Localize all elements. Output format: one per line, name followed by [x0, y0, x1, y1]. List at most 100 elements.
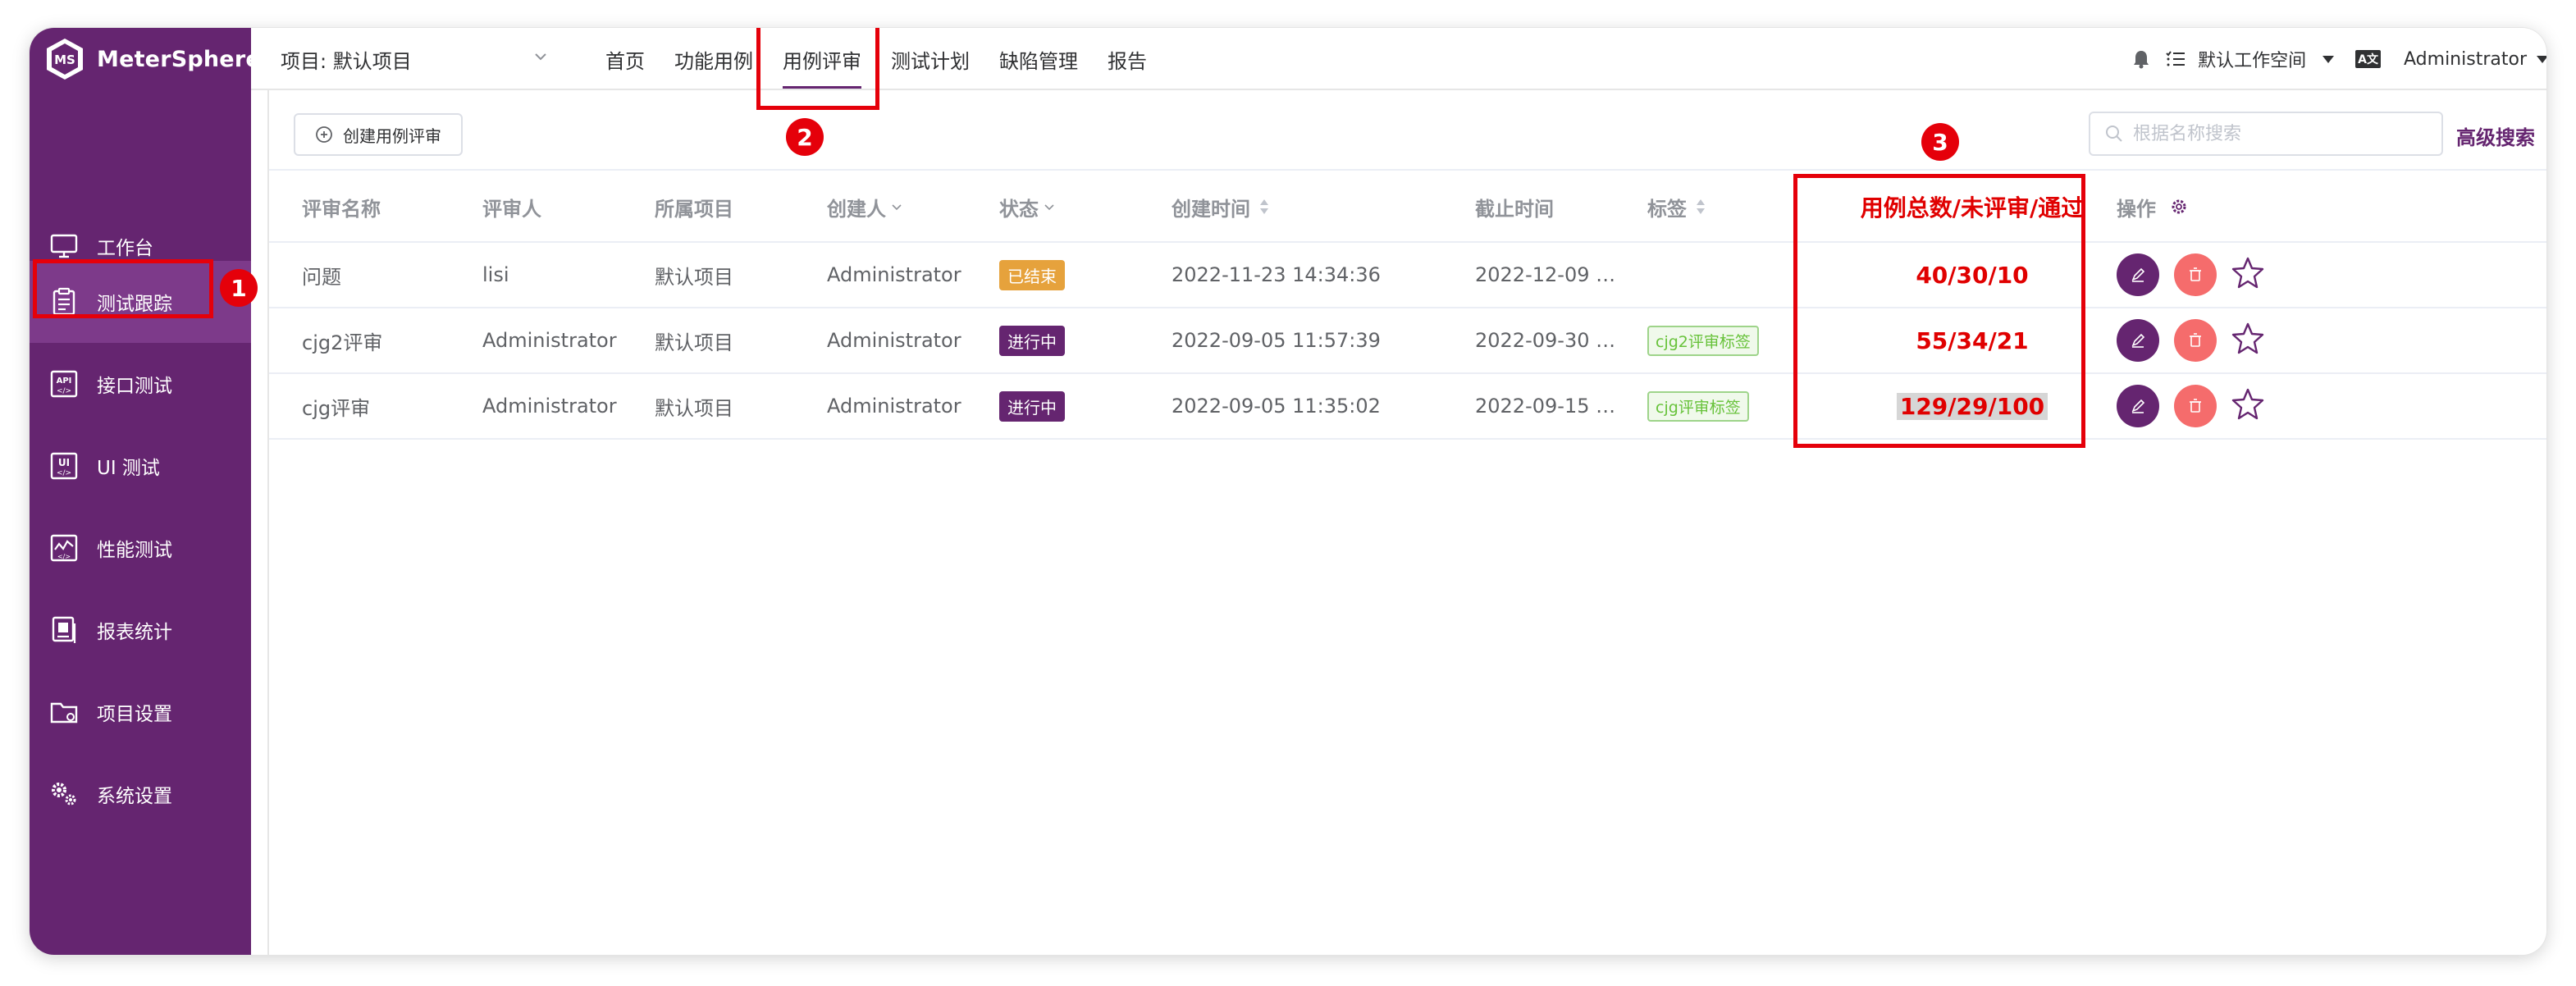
- edit-button[interactable]: [2117, 253, 2159, 296]
- table-header: 评审名称 评审人 所属项目 创建人 状态 创建时间 截止时间 标签 用例总数/未…: [269, 172, 2546, 243]
- cell-reviewer: Administrator: [482, 329, 617, 352]
- cell-deadline: 2022-09-30 …: [1475, 329, 1616, 352]
- header-creator-label: 创建人: [827, 197, 886, 221]
- delete-button[interactable]: [2174, 319, 2217, 362]
- search-input[interactable]: [2133, 123, 2428, 144]
- cell-creator: Administrator: [827, 263, 961, 286]
- sidebar: MS MeterSphere 工作台 测试跟踪 API </> 接口测试 UI …: [30, 28, 261, 955]
- edit-pencil-icon: [2131, 333, 2145, 348]
- edit-button[interactable]: [2117, 319, 2159, 362]
- annotation-number-3: 3: [1921, 123, 1959, 161]
- app-window: MS MeterSphere 工作台 测试跟踪 API </> 接口测试 UI …: [30, 28, 2546, 955]
- gears-icon: [48, 778, 80, 810]
- sidebar-item-label: UI 测试: [97, 458, 160, 479]
- header-tags[interactable]: 标签: [1647, 172, 1706, 241]
- cell-status: 进行中: [999, 308, 1065, 372]
- svg-text:UI: UI: [58, 457, 70, 468]
- circle-plus-icon: [316, 126, 332, 143]
- annotation-number-2: 2: [786, 118, 824, 156]
- header-status[interactable]: 状态: [999, 172, 1055, 241]
- cell-tags: cjg评审标签: [1647, 374, 1749, 438]
- project-select-value: 项目: 默认项目: [281, 49, 412, 73]
- cell-operations: [2117, 374, 2264, 438]
- header-creator[interactable]: 创建人: [827, 172, 902, 241]
- filter-chevron-icon[interactable]: [1044, 201, 1055, 212]
- sidebar-item-reports[interactable]: 报表统计: [30, 589, 251, 671]
- menu-item-reports[interactable]: 报告: [1093, 28, 1162, 90]
- header-created-label: 创建时间: [1172, 197, 1250, 221]
- language-switch-icon[interactable]: A文: [2355, 50, 2382, 68]
- sidebar-item-label: 性能测试: [97, 540, 172, 561]
- table-row[interactable]: cjg2评审 Administrator 默认项目 Administrator …: [269, 308, 2546, 374]
- menu-item-defects[interactable]: 缺陷管理: [984, 28, 1093, 90]
- workspace-select[interactable]: 默认工作空间: [2198, 46, 2306, 72]
- favorite-star-button[interactable]: [2231, 256, 2264, 294]
- filter-chevron-icon[interactable]: [891, 201, 902, 212]
- sidebar-item-api-testing[interactable]: API </> 接口测试: [30, 343, 251, 425]
- header-created-time[interactable]: 创建时间: [1172, 172, 1270, 241]
- caret-down-icon[interactable]: [2323, 55, 2335, 63]
- user-caret-icon[interactable]: [2537, 55, 2546, 63]
- advanced-search-link[interactable]: 高级搜索: [2456, 121, 2535, 150]
- menu-item-test-cases[interactable]: 功能用例: [660, 28, 768, 90]
- trash-icon: [2190, 333, 2201, 347]
- create-review-button[interactable]: 创建用例评审: [294, 113, 463, 156]
- folder-settings-icon: [48, 696, 80, 728]
- edit-pencil-icon: [2131, 399, 2145, 413]
- cell-creator: Administrator: [827, 329, 961, 352]
- sidebar-item-label: 工作台: [97, 238, 153, 259]
- tag-chip: cjg评审标签: [1647, 390, 1749, 422]
- table-row[interactable]: cjg评审 Administrator 默认项目 Administrator 进…: [269, 374, 2546, 440]
- sidebar-item-ui-testing[interactable]: UI </> UI 测试: [30, 425, 251, 507]
- annotation-number-1: 1: [220, 269, 258, 307]
- cell-deadline: 2022-12-09 …: [1475, 263, 1616, 286]
- bell-icon[interactable]: [2132, 49, 2150, 69]
- project-select[interactable]: 项目: 默认项目: [281, 28, 560, 90]
- cell-status: 已结束: [999, 243, 1065, 307]
- sidebar-item-project-settings[interactable]: 项目设置: [30, 671, 251, 753]
- cell-review-name: cjg2评审: [302, 331, 383, 354]
- svg-text:</>: </>: [57, 553, 71, 560]
- sidebar-item-system-settings[interactable]: 系统设置: [30, 753, 251, 835]
- workspace-list-icon: [2166, 51, 2185, 66]
- sort-icon[interactable]: [1695, 198, 1706, 216]
- favorite-star-button[interactable]: [2231, 322, 2264, 359]
- metersphere-logo-icon: MS: [44, 37, 85, 81]
- status-badge: 已结束: [999, 259, 1065, 290]
- table-row[interactable]: 问题 lisi 默认项目 Administrator 已结束 2022-11-2…: [269, 243, 2546, 308]
- cell-status: 进行中: [999, 374, 1065, 438]
- menu-item-home[interactable]: 首页: [591, 28, 660, 90]
- cell-reviewer: lisi: [482, 263, 509, 286]
- main-content: 创建用例评审 高级搜索 评审名称 评审人 所属项目 创建人 状态 创建时间: [267, 90, 2546, 955]
- delete-button[interactable]: [2174, 385, 2217, 427]
- status-badge: 进行中: [999, 390, 1065, 422]
- trash-icon: [2190, 267, 2201, 281]
- star-icon: [2231, 257, 2264, 289]
- header-project: 所属项目: [655, 197, 733, 221]
- header-operations: 操作: [2117, 172, 2189, 241]
- favorite-star-button[interactable]: [2231, 387, 2264, 425]
- status-badge: 进行中: [999, 325, 1065, 356]
- edit-pencil-icon: [2131, 267, 2145, 282]
- cell-created-time: 2022-09-05 11:35:02: [1172, 395, 1381, 418]
- brand[interactable]: MS MeterSphere: [44, 33, 261, 85]
- header-deadline: 截止时间: [1475, 197, 1554, 221]
- header-reviewer: 评审人: [482, 197, 541, 221]
- svg-text:</>: </>: [57, 469, 71, 477]
- cell-creator: Administrator: [827, 395, 961, 418]
- sidebar-item-performance[interactable]: </> 性能测试: [30, 507, 251, 589]
- header-status-label: 状态: [999, 197, 1039, 221]
- header-tags-label: 标签: [1647, 197, 1687, 221]
- svg-text:API: API: [57, 377, 72, 386]
- edit-button[interactable]: [2117, 385, 2159, 427]
- tag-chip: cjg2评审标签: [1647, 325, 1759, 356]
- menu-item-test-plan[interactable]: 测试计划: [876, 28, 984, 90]
- annotation-box-sidebar: [33, 259, 213, 318]
- user-menu[interactable]: Administrator: [2404, 49, 2527, 70]
- sort-icon[interactable]: [1258, 198, 1270, 216]
- column-settings-gear-icon[interactable]: [2169, 197, 2189, 217]
- cell-project: 默认项目: [655, 331, 733, 354]
- top-bar: 项目: 默认项目 首页 功能用例 用例评审 测试计划 缺陷管理 报告 默认工作空…: [251, 28, 2546, 90]
- search-icon: [2106, 126, 2122, 142]
- delete-button[interactable]: [2174, 253, 2217, 296]
